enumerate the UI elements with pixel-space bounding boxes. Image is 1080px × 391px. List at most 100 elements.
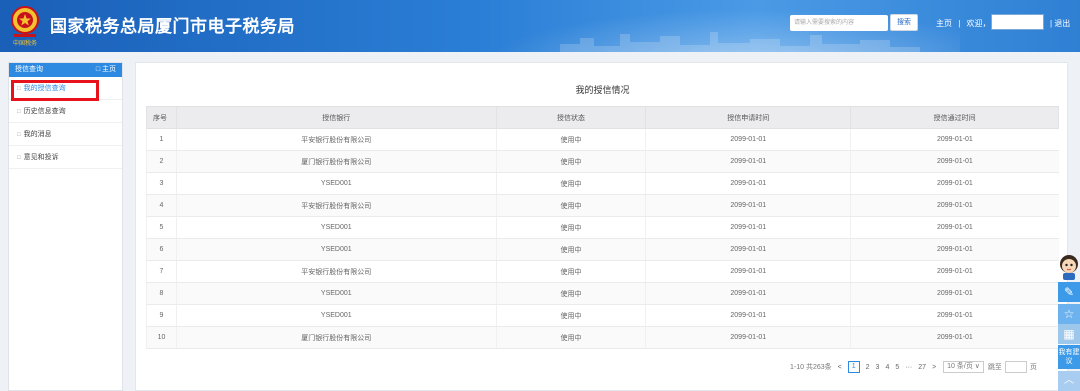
table-header-row: 序号 授信银行 授信状态 授信申请时间 授信通过时间 (146, 106, 1059, 129)
table-cell: 2099-01-01 (850, 238, 1059, 261)
sidebar-item-feedback[interactable]: □ 意见和投诉 (9, 146, 122, 169)
chevron-up-icon[interactable]: ︿ (1058, 371, 1080, 391)
table-cell: 使用中 (495, 194, 646, 217)
table-cell: 2099-01-01 (645, 172, 851, 195)
table-row: 8 YSED001 使用中 2099-01-01 2099-01-01 (146, 282, 1059, 305)
table-cell: 厦门银行股份有限公司 (175, 150, 497, 173)
table-cell: 2099-01-01 (645, 282, 851, 305)
tax-emblem-logo: 中国税务 (8, 5, 42, 47)
table-cell: YSED001 (175, 304, 497, 327)
ellipsis[interactable]: ··· (905, 364, 912, 371)
home-link[interactable]: 主页 (936, 19, 952, 28)
sidebar-item-messages[interactable]: □ 我的消息 (9, 123, 122, 146)
table-cell: 2099-01-01 (850, 326, 1059, 349)
table-cell: 2099-01-01 (850, 150, 1059, 173)
table-cell: 平安银行股份有限公司 (175, 260, 497, 283)
goto-page-input[interactable] (1004, 361, 1027, 373)
table-cell: 5 (146, 216, 177, 239)
table-cell: 平安银行股份有限公司 (175, 128, 497, 151)
table-cell: 2099-01-01 (850, 128, 1059, 151)
sidebar: 授信查询 □ 主页 □ 我的授信查询 □ 历史信息查询 □ 我的消息 □ 意见和投诉 (8, 62, 123, 391)
main-panel: 我的授信情况 序号 授信银行 授信状态 授信申请时间 授信通过时间 1 平安银行股… (135, 62, 1068, 391)
page-27-button[interactable]: 27 (918, 364, 926, 371)
sidebar-item-my-credit[interactable]: □ 我的授信查询 (9, 77, 122, 100)
table-cell: 2099-01-01 (645, 326, 851, 349)
table-cell: 2099-01-01 (645, 238, 851, 261)
separator: | (1050, 19, 1053, 28)
page-title: 我的授信情况 (575, 85, 630, 95)
table-cell: 使用中 (495, 172, 646, 195)
table-cell: 2099-01-01 (850, 282, 1059, 305)
table-cell: 2099-01-01 (850, 216, 1059, 239)
table-cell: 3 (146, 172, 177, 195)
calculator-icon[interactable]: ▦ (1058, 324, 1080, 344)
logout-link[interactable]: | 退出 (1050, 18, 1070, 29)
table-cell: YSED001 (175, 238, 497, 261)
sidebar-home-link[interactable]: □ 主页 (96, 63, 116, 77)
page-1-button[interactable]: 1 (847, 361, 860, 373)
table-row: 2 厦门银行股份有限公司 使用中 2099-01-01 2099-01-01 (146, 150, 1059, 173)
top-links: 主页 | 欢迎， (936, 18, 995, 29)
table-cell: 2 (146, 150, 177, 173)
page-3-button[interactable]: 3 (876, 364, 880, 371)
floating-toolbar: ✎ ☆ ▦ 我有建议 ︿ (1056, 252, 1080, 391)
page-4-button[interactable]: 4 (885, 364, 889, 371)
table-cell: 2099-01-01 (645, 194, 851, 217)
table-cell: 使用中 (495, 128, 646, 151)
logout-label[interactable]: 退出 (1054, 19, 1070, 28)
sidebar-item-label: 意见和投诉 (23, 154, 59, 161)
table-cell: 2099-01-01 (850, 260, 1059, 283)
page-5-button[interactable]: 5 (895, 364, 899, 371)
table-cell: 使用中 (495, 150, 646, 173)
table-cell: 2099-01-01 (850, 172, 1059, 195)
table-cell: 4 (146, 194, 177, 217)
search-button[interactable]: 搜索 (890, 14, 918, 31)
sidebar-item-history[interactable]: □ 历史信息查询 (9, 100, 122, 123)
table-row: 3 YSED001 使用中 2099-01-01 2099-01-01 (146, 172, 1059, 195)
table-cell: 使用中 (495, 304, 646, 327)
credit-table: 序号 授信银行 授信状态 授信申请时间 授信通过时间 1 平安银行股份有限公司 使用… (146, 106, 1059, 349)
edit-icon[interactable]: ✎ (1058, 282, 1080, 302)
table-cell: 1 (146, 128, 177, 151)
welcome-text: 欢迎， (966, 19, 991, 28)
mascot-icon[interactable] (1056, 252, 1080, 280)
suggestion-button[interactable]: 我有建议 (1058, 345, 1080, 369)
star-icon[interactable]: ☆ (1058, 304, 1080, 324)
table-cell: 使用中 (495, 326, 646, 349)
pagination: 1-10 共263条 < 1 2 3 4 5 ··· 27 > 10 条/页 ∨… (790, 360, 1037, 374)
username-box (991, 14, 1044, 30)
search-input[interactable] (790, 15, 888, 31)
table-row: 4 平安银行股份有限公司 使用中 2099-01-01 2099-01-01 (146, 194, 1059, 217)
bullet-icon: □ (17, 132, 21, 138)
next-page-button[interactable]: > (932, 364, 936, 371)
skyline-decoration (560, 32, 920, 52)
page-size-select[interactable]: 10 条/页 ∨ (943, 361, 984, 373)
goto-label: 跳至 (987, 364, 1002, 371)
table-cell: YSED001 (175, 282, 497, 305)
table-row: 7 平安银行股份有限公司 使用中 2099-01-01 2099-01-01 (146, 260, 1059, 283)
table-cell: 2099-01-01 (850, 304, 1059, 327)
table-row: 5 YSED001 使用中 2099-01-01 2099-01-01 (146, 216, 1059, 239)
prev-page-button[interactable]: < (838, 364, 842, 371)
table-cell: 使用中 (495, 282, 646, 305)
header-bar: 中国税务 国家税务总局厦门市电子税务局 搜索 主页 | 欢迎， | 退出 (0, 0, 1080, 52)
column-header: 授信银行 (175, 106, 497, 129)
page-suffix: 页 (1029, 364, 1037, 371)
table-cell: YSED001 (175, 216, 497, 239)
sidebar-title: 授信查询 (15, 66, 43, 73)
page-2-button[interactable]: 2 (866, 364, 870, 371)
table-cell: 使用中 (495, 238, 646, 261)
table-cell: 使用中 (495, 216, 646, 239)
column-header: 授信申请时间 (645, 106, 852, 129)
table-cell: 9 (146, 304, 177, 327)
sidebar-header: 授信查询 □ 主页 (9, 63, 122, 77)
table-cell: 厦门银行股份有限公司 (175, 326, 497, 349)
bullet-icon: □ (17, 109, 21, 115)
table-cell: 2099-01-01 (645, 304, 851, 327)
table-cell: 2099-01-01 (645, 260, 851, 283)
table-cell: 8 (146, 282, 177, 305)
sidebar-item-label: 历史信息查询 (23, 108, 66, 115)
table-row: 1 平安银行股份有限公司 使用中 2099-01-01 2099-01-01 (146, 128, 1059, 151)
table-cell: YSED001 (175, 172, 497, 195)
table-cell: 使用中 (495, 260, 646, 283)
